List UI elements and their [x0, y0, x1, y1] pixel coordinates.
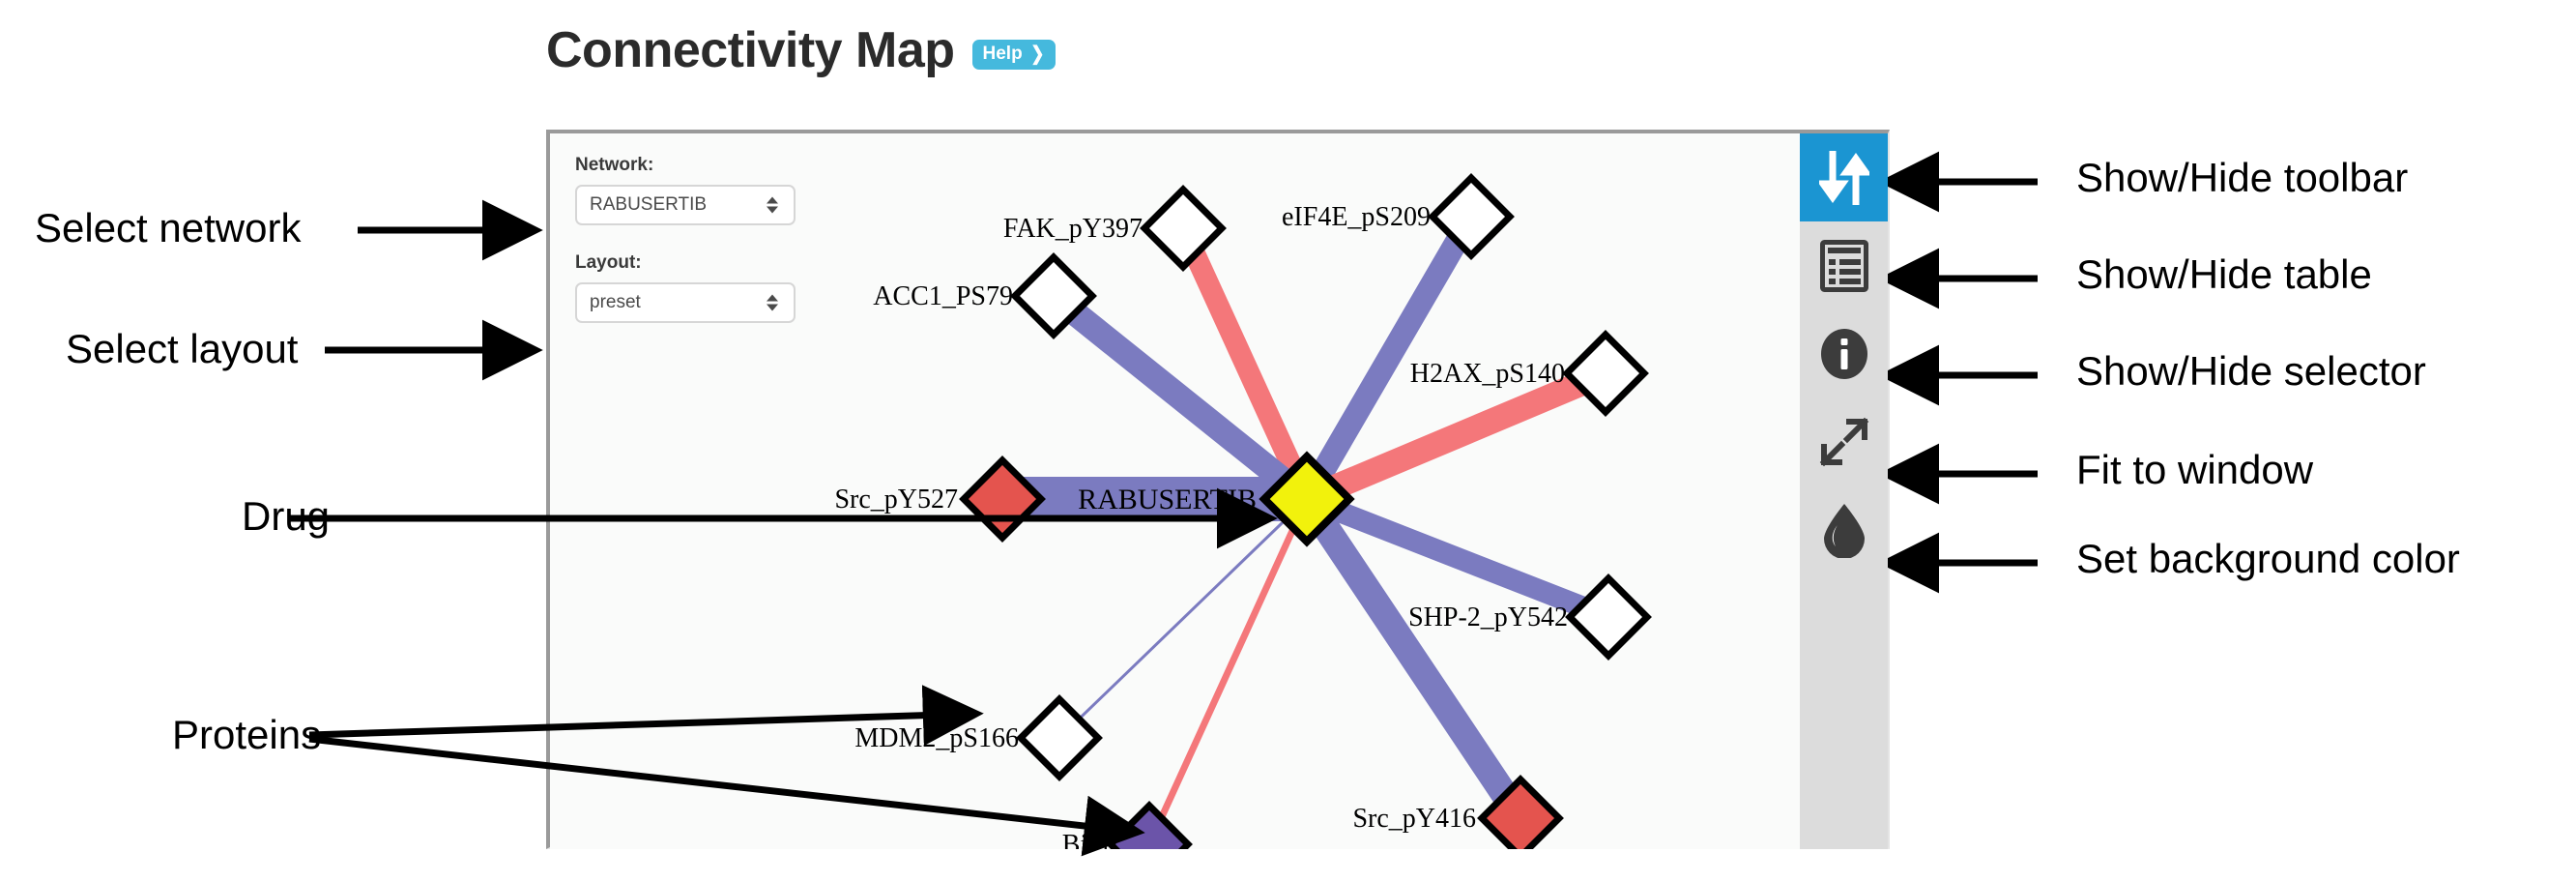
annotation-select-network: Select network	[35, 205, 302, 250]
graph-node-H2AX_pS140[interactable]	[1562, 330, 1649, 417]
expand-arrows-icon	[1818, 416, 1870, 468]
annotation-set-background-color: Set background color	[2076, 536, 2460, 581]
graph-node-FAK_pY397[interactable]	[1140, 185, 1227, 272]
toolbar-button-set-background-color[interactable]	[1800, 485, 1888, 573]
graph-node-label: MDM2_pS166	[854, 723, 1019, 753]
toolbar-button-show-hide-toolbar[interactable]	[1800, 133, 1888, 221]
annotation-drug: Drug	[242, 493, 331, 539]
page-title: Connectivity Map	[546, 22, 955, 78]
annotation-show-hide-toolbar: Show/Hide toolbar	[2076, 155, 2409, 200]
help-button[interactable]: Help ❯	[971, 39, 1056, 70]
graph-node-label: H2AX_pS140	[1410, 359, 1565, 389]
graph-node-Src_pY527[interactable]	[959, 456, 1046, 543]
layout-select-label: Layout:	[575, 252, 642, 273]
graph-node-Bim[interactable]	[1106, 801, 1193, 849]
toolbar-button-show-hide-table[interactable]	[1800, 221, 1888, 309]
annotation-select-layout: Select layout	[66, 326, 299, 371]
page-header: Connectivity Map Help ❯	[546, 21, 1056, 79]
graph-node-label: Src_pY527	[834, 485, 958, 514]
chevron-updown-icon	[767, 196, 778, 214]
updown-arrows-icon	[1818, 149, 1869, 207]
graph-node-label: eIF4E_pS209	[1282, 202, 1431, 232]
graph-edge[interactable]	[1057, 497, 1309, 740]
layout-select[interactable]: preset	[575, 282, 796, 323]
annotation-proteins: Proteins	[172, 712, 322, 757]
water-drop-icon	[1822, 502, 1867, 558]
graph-drug-label: RABUSERTIB	[1078, 484, 1257, 515]
graph-controls: Network: RABUSERTIB Layout: preset	[575, 155, 797, 350]
network-select-label: Network:	[575, 155, 654, 175]
graph-node-label: SHP-2_pY542	[1408, 603, 1568, 632]
annotation-show-hide-table: Show/Hide table	[2076, 251, 2372, 297]
annotation-show-hide-selector: Show/Hide selector	[2076, 348, 2426, 394]
graph-node-label: Bim	[1062, 830, 1109, 849]
table-list-icon	[1819, 239, 1868, 292]
connectivity-map-panel: FAK_pY397 eIF4E_pS209 ACC1_PS79 H2AX_pS140 S…	[546, 130, 1890, 849]
connectivity-map-figure: Connectivity Map Help ❯ FAK_pY397 eIF4E_p…	[0, 0, 2576, 882]
graph-toolbar	[1800, 133, 1888, 849]
help-button-label: Help	[982, 44, 1023, 64]
annotation-fit-to-window: Fit to window	[2076, 447, 2314, 492]
info-circle-icon	[1818, 328, 1870, 380]
graph-node-label: Src_pY416	[1352, 804, 1476, 834]
toolbar-button-fit-to-window[interactable]	[1800, 397, 1888, 485]
network-select-value: RABUSERTIB	[590, 194, 708, 215]
graph-node-label: FAK_pY397	[1003, 214, 1143, 244]
layout-select-value: preset	[590, 292, 641, 312]
graph-node-label: ACC1_PS79	[873, 281, 1013, 311]
network-select[interactable]: RABUSERTIB	[575, 185, 796, 225]
chevron-right-icon: ❯	[1029, 43, 1045, 65]
graph-edge[interactable]	[1145, 497, 1311, 846]
graph-node-SHP-2_pY542[interactable]	[1565, 573, 1652, 661]
toolbar-button-show-hide-selector[interactable]	[1800, 309, 1888, 397]
chevron-updown-icon	[767, 294, 778, 311]
graph-nodes: FAK_pY397 eIF4E_pS209 ACC1_PS79 H2AX_pS140 S…	[834, 173, 1652, 849]
